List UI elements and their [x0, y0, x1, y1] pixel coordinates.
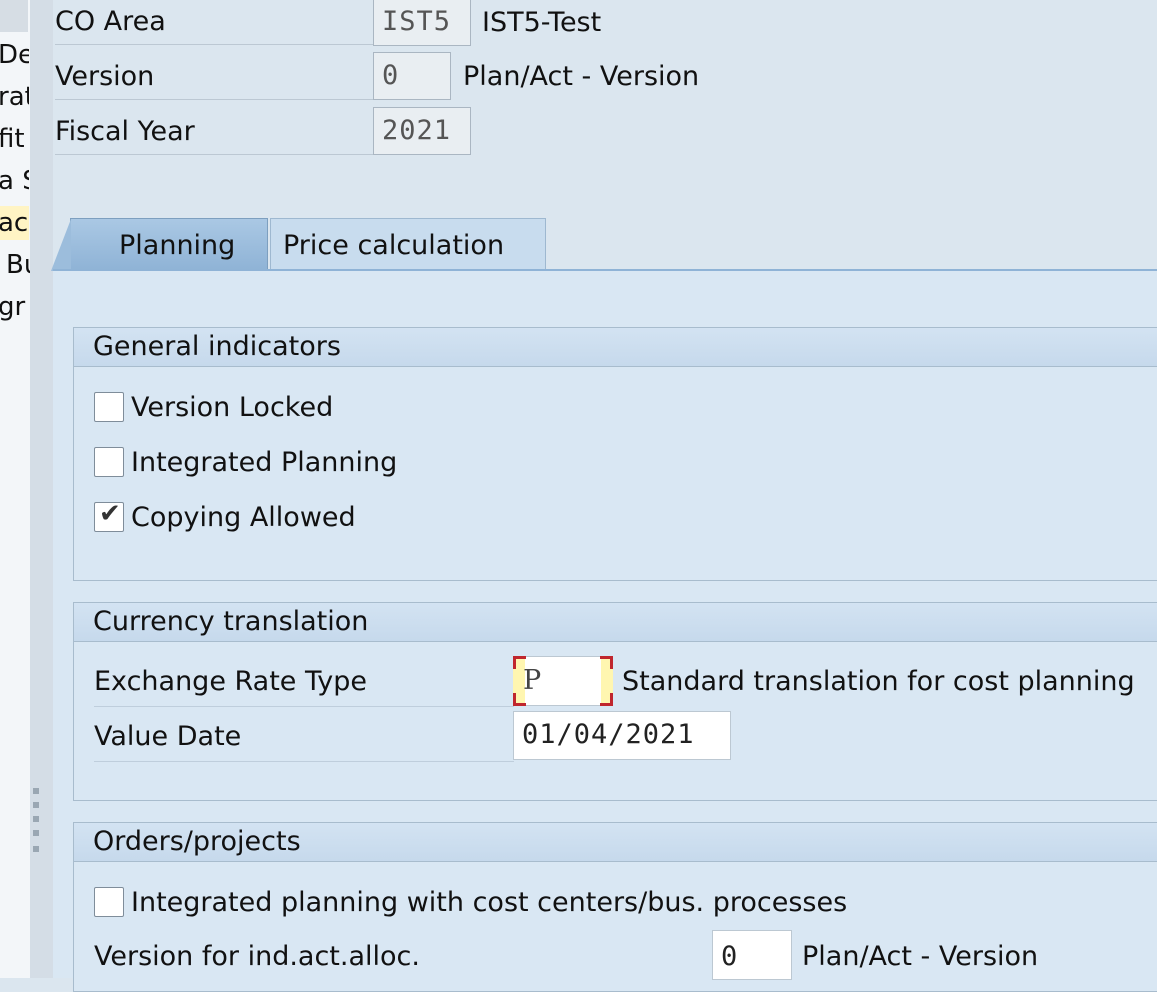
group-title: Orders/projects — [74, 823, 1157, 862]
nav-header-block — [0, 0, 28, 32]
splitter-grip-icon — [33, 846, 39, 852]
ind-act-alloc-input[interactable]: 0 — [712, 930, 792, 980]
fiscal-year-label: Fiscal Year — [55, 110, 373, 155]
tab-planning[interactable]: Planning — [51, 218, 268, 271]
version-locked-label: Version Locked — [131, 392, 334, 423]
co-area-label: CO Area — [55, 0, 373, 45]
copying-allowed-checkbox[interactable]: ✔ — [94, 499, 124, 532]
value-date-input[interactable]: 01/04/2021 — [513, 711, 731, 760]
exchange-rate-type-label: Exchange Rate Type — [94, 658, 514, 707]
nav-tree-item[interactable]: a S — [0, 164, 29, 198]
nav-tree-item[interactable]: Bu — [6, 248, 30, 282]
general-indicators-group: General indicators Version Locked Integr… — [73, 327, 1157, 581]
splitter-grip-icon — [33, 830, 39, 836]
required-corner-icon — [600, 656, 613, 669]
version-description: Plan/Act - Version — [463, 61, 700, 92]
integrated-planning-label: Integrated Planning — [131, 447, 398, 478]
co-area-description: IST5-Test — [482, 7, 602, 38]
group-title: Currency translation — [74, 603, 1157, 642]
splitter-grip-icon — [33, 816, 39, 822]
fiscal-year-field: 2021 — [373, 107, 471, 155]
value-date-label: Value Date — [94, 713, 514, 762]
splitter-grip-icon — [33, 802, 39, 808]
version-label: Version — [55, 55, 373, 100]
integrated-planning-cc-checkbox[interactable] — [94, 887, 124, 917]
splitter-grip-icon — [33, 788, 39, 794]
nav-tree-item-selected[interactable]: ach — [0, 206, 29, 240]
ind-act-alloc-description: Plan/Act - Version — [802, 941, 1039, 972]
co-area-field: IST5 — [373, 0, 471, 46]
nav-tree-item[interactable]: gr — [0, 290, 29, 324]
group-title: General indicators — [74, 328, 1157, 367]
nav-tree-item[interactable]: rat — [0, 80, 29, 114]
integrated-planning-checkbox[interactable] — [94, 447, 124, 477]
panel-splitter[interactable] — [30, 0, 53, 978]
checkmark-icon: ✔ — [99, 499, 121, 529]
integrated-planning-cc-label: Integrated planning with cost centers/bu… — [131, 887, 848, 918]
nav-tree-item[interactable]: fit — [0, 122, 29, 156]
required-corner-icon — [600, 693, 613, 706]
version-locked-checkbox[interactable] — [94, 392, 124, 422]
copying-allowed-label: Copying Allowed — [131, 502, 356, 533]
exchange-rate-type-value: P — [523, 665, 542, 696]
ind-act-alloc-label: Version for ind.act.alloc. — [94, 941, 420, 972]
navigation-tree-panel: De rat fit a S ach Bu gr — [0, 0, 31, 978]
nav-tree-item[interactable]: De — [0, 38, 29, 72]
exchange-rate-type-description: Standard translation for cost planning — [622, 666, 1135, 697]
version-field: 0 — [373, 52, 451, 100]
tab-price-calculation[interactable]: Price calculation — [270, 218, 546, 270]
